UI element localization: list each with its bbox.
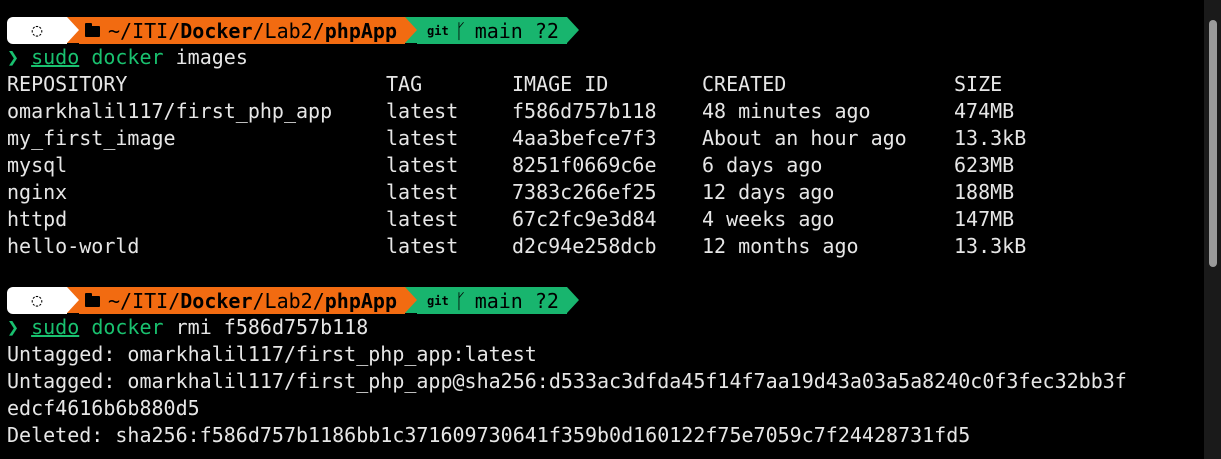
command-docker: docker [91, 45, 164, 69]
command-args: rmi f586d757b118 [175, 315, 369, 339]
prompt-bar: ◌ ~/ITI/Docker/Lab2/phpApp git ᚴ main ?2 [7, 287, 579, 314]
cell-repository: nginx [7, 180, 68, 204]
cell-size: 147MB [954, 207, 1015, 231]
cell-image-id: 7383c266ef25 [512, 180, 657, 204]
powerline-separator [566, 287, 579, 313]
header-size: SIZE [954, 72, 1003, 96]
path-separator: /Lab2/ [252, 288, 325, 313]
folder-icon [85, 23, 100, 37]
output-line: Untagged: omarkhalil117/first_php_app:la… [7, 342, 537, 366]
cell-tag: latest [386, 180, 459, 204]
path-prefix: ~/ITI/ [108, 288, 181, 313]
cell-image-id: 4aa3befce7f3 [512, 126, 657, 150]
prompt-chevron-icon: ❯ [7, 315, 20, 339]
git-branch-icon: ᚴ [454, 288, 467, 313]
scrollbar-thumb[interactable] [1209, 20, 1217, 267]
command-args: images [175, 45, 248, 69]
header-repository: REPOSITORY [7, 72, 128, 96]
command-line: ❯ sudo docker rmi f586d757b118 [7, 314, 368, 341]
cell-size: 188MB [954, 180, 1015, 204]
path-app: phpApp [324, 18, 397, 43]
path-prefix: ~/ITI/ [108, 18, 181, 43]
output-line: edcf4616b6b880d5 [7, 396, 200, 420]
table-header: REPOSITORY TAG IMAGE ID CREATED SIZE [7, 71, 1197, 98]
cell-created: About an hour ago [702, 126, 907, 150]
ubuntu-icon: ◌ [31, 20, 43, 41]
cell-tag: latest [386, 99, 459, 123]
git-label: git [427, 23, 449, 38]
table-row: omarkhalil117/first_php_app latest f586d… [7, 98, 1197, 125]
git-branch: main ?2 [474, 18, 559, 43]
path-docker: Docker [180, 18, 253, 43]
cell-created: 48 minutes ago [702, 99, 871, 123]
path-separator: /Lab2/ [252, 18, 325, 43]
header-tag: TAG [386, 72, 423, 96]
cell-tag: latest [386, 234, 459, 258]
table-row: httpd latest 67c2fc9e3d84 4 weeks ago 14… [7, 206, 1197, 233]
table-row: mysql latest 8251f0669c6e 6 days ago 623… [7, 152, 1197, 179]
git-segment: git ᚴ main ?2 [417, 287, 567, 314]
os-segment: ◌ [7, 17, 67, 44]
cell-tag: latest [386, 126, 459, 150]
cell-created: 4 weeks ago [702, 207, 835, 231]
prompt-bar: ◌ ~/ITI/Docker/Lab2/phpApp git ᚴ main ?2 [7, 17, 579, 44]
git-branch: main ?2 [474, 288, 559, 313]
cell-repository: hello-world [7, 234, 140, 258]
cell-size: 13.3kB [954, 234, 1027, 258]
cell-repository: omarkhalil117/first_php_app [7, 99, 333, 123]
ubuntu-icon: ◌ [31, 290, 43, 311]
git-segment: git ᚴ main ?2 [417, 17, 567, 44]
cell-size: 623MB [954, 153, 1015, 177]
cell-size: 13.3kB [954, 126, 1027, 150]
cell-image-id: 8251f0669c6e [512, 153, 657, 177]
cell-image-id: 67c2fc9e3d84 [512, 207, 657, 231]
table-row: nginx latest 7383c266ef25 12 days ago 18… [7, 179, 1197, 206]
header-created: CREATED [702, 72, 787, 96]
cell-created: 12 months ago [702, 234, 859, 258]
folder-icon [85, 293, 100, 307]
powerline-separator [67, 287, 79, 313]
scrollbar-track[interactable] [1204, 0, 1221, 459]
cell-size: 474MB [954, 99, 1015, 123]
cell-tag: latest [386, 153, 459, 177]
output-line: Untagged: omarkhalil117/first_php_app@sh… [7, 369, 1127, 393]
command-sudo: sudo [31, 315, 80, 339]
cell-tag: latest [386, 207, 459, 231]
cell-image-id: f586d757b118 [512, 99, 657, 123]
cell-repository: httpd [7, 207, 68, 231]
path-segment: ~/ITI/Docker/Lab2/phpApp [79, 287, 405, 314]
output-line: Deleted: sha256:f586d757b1186bb1c3716097… [7, 423, 971, 447]
os-segment: ◌ [7, 287, 67, 314]
path-app: phpApp [324, 288, 397, 313]
git-label: git [427, 293, 449, 308]
powerline-separator [405, 17, 417, 43]
git-branch-icon: ᚴ [454, 18, 467, 43]
powerline-separator [67, 17, 79, 43]
powerline-separator [566, 17, 579, 43]
header-image-id: IMAGE ID [512, 72, 609, 96]
cell-image-id: d2c94e258dcb [512, 234, 657, 258]
terminal-window[interactable]: ◌ ~/ITI/Docker/Lab2/phpApp git ᚴ main ?2… [0, 0, 1204, 459]
path-segment: ~/ITI/Docker/Lab2/phpApp [79, 17, 405, 44]
powerline-separator [405, 287, 417, 313]
prompt-chevron-icon: ❯ [7, 45, 20, 69]
cell-repository: mysql [7, 153, 68, 177]
command-sudo: sudo [31, 45, 80, 69]
cell-created: 12 days ago [702, 180, 835, 204]
table-row: hello-world latest d2c94e258dcb 12 month… [7, 233, 1197, 260]
cell-repository: my_first_image [7, 126, 176, 150]
table-row: my_first_image latest 4aa3befce7f3 About… [7, 125, 1197, 152]
command-line: ❯ sudo docker images [7, 44, 248, 71]
cell-created: 6 days ago [702, 153, 823, 177]
command-docker: docker [91, 315, 164, 339]
path-docker: Docker [180, 288, 253, 313]
